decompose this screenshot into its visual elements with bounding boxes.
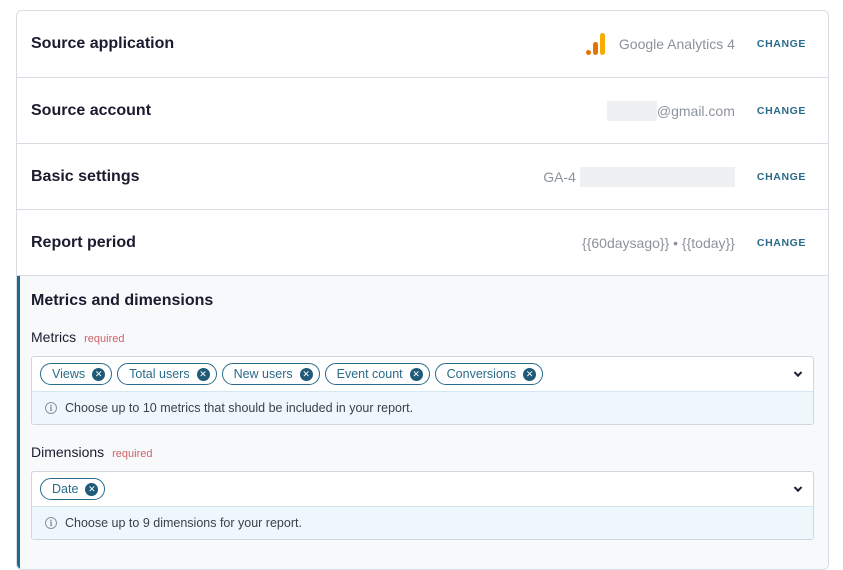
section-title: Metrics and dimensions — [31, 292, 214, 309]
metric-chip-new-users: New users ✕ — [221, 363, 320, 385]
row-report-period: Report period {{60daysago}} • {{today}} … — [17, 210, 828, 276]
dimensions-label-text: Dimensions — [31, 444, 105, 460]
remove-chip-icon[interactable]: ✕ — [196, 367, 210, 381]
change-report-period-button[interactable]: CHANGE — [757, 237, 806, 249]
remove-chip-icon[interactable]: ✕ — [299, 367, 313, 381]
row-value: @gmail.com — [606, 100, 735, 121]
chip-label: New users — [233, 367, 293, 381]
chevron-down-icon[interactable] — [793, 483, 803, 493]
required-badge: required — [112, 448, 153, 460]
metric-chip-event-count: Event count ✕ — [324, 363, 430, 385]
row-basic-settings: Basic settings GA-4 CHANGE — [17, 144, 828, 210]
remove-chip-icon[interactable]: ✕ — [523, 367, 537, 381]
chip-label: Total users — [129, 367, 190, 381]
hint-text: Choose up to 10 metrics that should be i… — [65, 401, 414, 415]
metrics-dimensions-section: Metrics and dimensions Metrics required … — [17, 276, 828, 569]
row-source-application: Source application Google Analytics 4 CH… — [17, 11, 828, 78]
row-title: Report period — [31, 233, 136, 251]
dimensions-select: Date ✕ i Choose up to 9 dimensions for yo… — [31, 471, 814, 540]
remove-chip-icon[interactable]: ✕ — [409, 367, 423, 381]
dimensions-hint: i Choose up to 9 dimensions for your rep… — [32, 506, 813, 539]
metrics-label-text: Metrics — [31, 329, 77, 345]
remove-chip-icon[interactable]: ✕ — [85, 482, 99, 496]
required-badge: required — [84, 333, 125, 345]
hint-text: Choose up to 9 dimensions for your repor… — [65, 516, 302, 530]
row-value: {{60daysago}} • {{today}} — [582, 235, 735, 251]
change-basic-settings-button[interactable]: CHANGE — [757, 171, 806, 183]
metric-chip-total-users: Total users ✕ — [117, 363, 217, 385]
metric-chip-views: Views ✕ — [40, 363, 113, 385]
metrics-select-input[interactable]: Views ✕ Total users ✕ New users ✕ Event cou… — [32, 357, 813, 391]
chip-label: Views — [52, 367, 86, 381]
source-application-value: Google Analytics 4 — [618, 36, 735, 52]
chip-label: Event count — [336, 367, 403, 381]
row-value: Google Analytics 4 — [585, 33, 735, 55]
dimension-chip-date: Date ✕ — [40, 478, 106, 500]
row-title: Source application — [31, 35, 175, 52]
row-source-account: Source account @gmail.com CHANGE — [17, 78, 828, 144]
chip-label: Conversions — [446, 367, 517, 381]
remove-chip-icon[interactable]: ✕ — [92, 367, 106, 381]
row-value: GA-4 — [543, 166, 735, 187]
dimensions-label: Dimensions required — [31, 444, 814, 460]
metrics-select: Views ✕ Total users ✕ New users ✕ Event cou… — [31, 356, 814, 425]
google-analytics-icon — [585, 33, 607, 55]
report-period-value: {{60daysago}} • {{today}} — [582, 234, 735, 251]
redacted-block — [606, 100, 657, 121]
metrics-hint: i Choose up to 10 metrics that should be… — [32, 391, 813, 424]
info-icon: i — [45, 517, 57, 529]
dimensions-select-input[interactable]: Date ✕ — [32, 472, 813, 506]
redacted-block — [579, 166, 735, 187]
row-title: Basic settings — [31, 167, 140, 185]
change-source-application-button[interactable]: CHANGE — [757, 38, 806, 50]
metrics-label: Metrics required — [31, 329, 814, 345]
change-source-account-button[interactable]: CHANGE — [757, 105, 806, 117]
chevron-down-icon[interactable] — [793, 368, 803, 378]
info-icon: i — [45, 402, 57, 414]
data-source-card: Source application Google Analytics 4 CH… — [16, 10, 829, 570]
metric-chip-conversions: Conversions ✕ — [434, 363, 544, 385]
source-account-value: @gmail.com — [656, 102, 735, 119]
row-title: Source account — [31, 101, 152, 119]
chip-label: Date — [52, 482, 79, 496]
basic-settings-value: GA-4 — [543, 168, 576, 185]
